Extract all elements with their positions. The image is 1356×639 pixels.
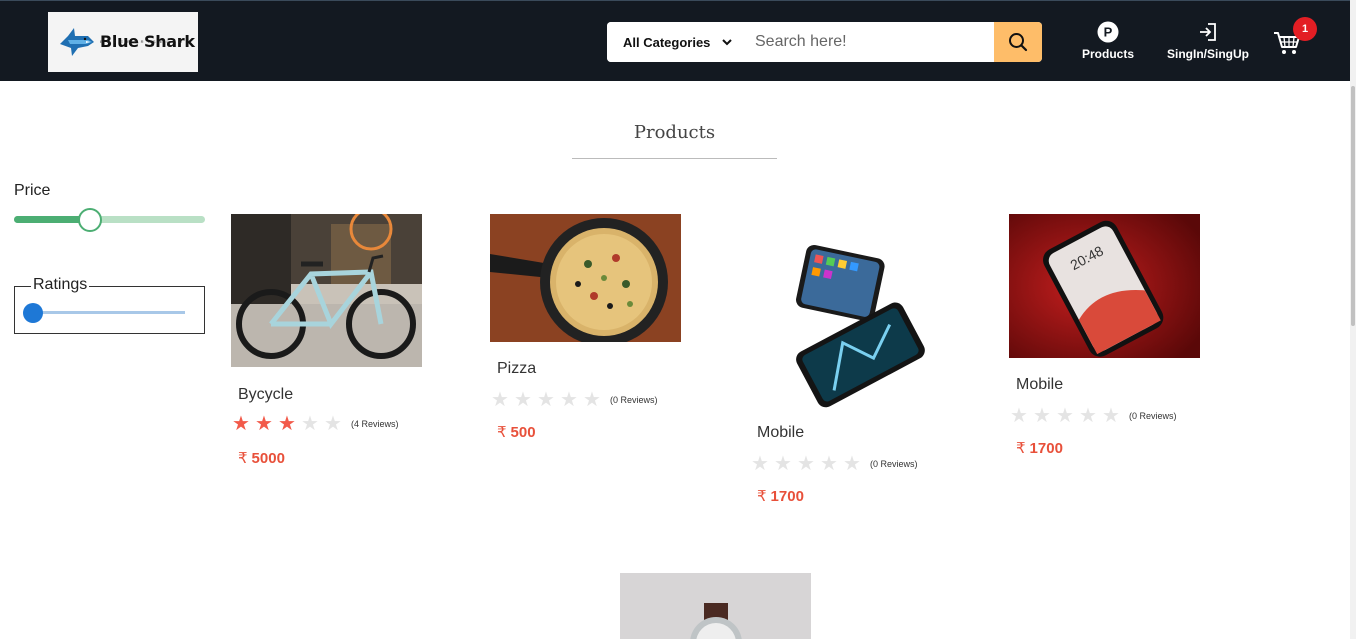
product-card[interactable]: [750, 214, 941, 419]
currency-symbol: ₹: [497, 424, 507, 441]
star-icon: ★: [301, 413, 319, 435]
review-count: (0 Reviews): [610, 395, 658, 405]
product-name[interactable]: Bycycle: [238, 386, 293, 404]
search-icon: [1009, 33, 1028, 52]
star-icon: ★: [278, 413, 296, 435]
pizza-image: [490, 214, 681, 346]
star-icon: ★: [324, 413, 342, 435]
ratings-slider-rail[interactable]: [33, 311, 185, 314]
star-icon: ★: [491, 389, 509, 411]
svg-text:P: P: [1104, 25, 1113, 40]
ratings-filter-label: Ratings: [31, 276, 90, 294]
shark-logo-icon: [60, 28, 94, 56]
star-icon: ★: [1010, 405, 1028, 427]
star-icon: ★: [537, 389, 555, 411]
nav-products-label: Products: [1081, 47, 1134, 61]
price-slider-thumb[interactable]: [78, 208, 102, 232]
product-card[interactable]: [620, 573, 811, 639]
ratings-slider-thumb[interactable]: [23, 303, 43, 323]
price-value: 5000: [251, 450, 285, 467]
price-filter-label: Price: [14, 182, 51, 199]
review-count: (0 Reviews): [870, 459, 918, 469]
product-card[interactable]: [231, 207, 422, 372]
products-icon: P: [1097, 21, 1119, 43]
nav-products[interactable]: P Products: [1080, 21, 1136, 61]
star-icon: ★: [843, 453, 861, 475]
product-card[interactable]: 20:48: [1009, 214, 1200, 363]
price-value: 500: [510, 424, 536, 441]
star-icon: ★: [1102, 405, 1120, 427]
star-icon: ★: [820, 453, 838, 475]
product-price: ₹5000: [238, 449, 285, 467]
page-title: Products: [633, 122, 716, 143]
star-icon: ★: [560, 389, 578, 411]
chevron-down-icon: [722, 38, 733, 45]
search-bar: All Categories: [607, 22, 1042, 62]
product-price: ₹1700: [757, 487, 804, 505]
bicycle-image: [231, 207, 422, 367]
review-count: (0 Reviews): [1129, 411, 1177, 421]
nav-signin[interactable]: SingIn/SingUp: [1164, 21, 1252, 61]
mobile-image: [750, 214, 941, 414]
star-icon: ★: [1079, 405, 1097, 427]
product-rating: ★ ★ ★ ★ ★ (0 Reviews): [491, 390, 658, 410]
star-icon: ★: [751, 453, 769, 475]
star-icon: ★: [514, 389, 532, 411]
star-icon: ★: [232, 413, 250, 435]
login-icon: [1200, 23, 1216, 41]
mobile-image: 20:48: [1009, 214, 1200, 358]
search-input[interactable]: [745, 22, 994, 62]
price-value: 1700: [770, 488, 804, 505]
product-rating: ★ ★ ★ ★ ★ (0 Reviews): [751, 454, 918, 474]
search-button[interactable]: [994, 22, 1042, 62]
product-name[interactable]: Mobile: [1016, 376, 1063, 394]
currency-symbol: ₹: [757, 488, 767, 505]
product-rating: ★ ★ ★ ★ ★ (4 Reviews): [232, 414, 399, 434]
star-icon: ★: [255, 413, 273, 435]
star-icon: ★: [1056, 405, 1074, 427]
review-count: (4 Reviews): [351, 419, 399, 429]
cart-count-badge: 1: [1293, 17, 1317, 41]
title-divider: [572, 158, 777, 159]
currency-symbol: ₹: [1016, 440, 1026, 457]
category-select[interactable]: All Categories: [607, 22, 745, 62]
currency-symbol: ₹: [238, 450, 248, 467]
product-rating: ★ ★ ★ ★ ★ (0 Reviews): [1010, 406, 1177, 426]
star-icon: ★: [583, 389, 601, 411]
category-select-value: All Categories: [623, 34, 711, 50]
star-icon: ★: [797, 453, 815, 475]
watch-image: [620, 573, 811, 639]
star-icon: ★: [1033, 405, 1051, 427]
product-name[interactable]: Mobile: [757, 424, 804, 442]
top-header: Blue Shark E N T E R P R I S E L T D All…: [0, 0, 1350, 81]
price-value: 1700: [1029, 440, 1063, 457]
product-name[interactable]: Pizza: [497, 360, 536, 378]
nav-signin-label: SingIn/SingUp: [1167, 47, 1249, 61]
star-icon: ★: [774, 453, 792, 475]
scrollbar-thumb[interactable]: [1351, 86, 1355, 326]
logo-subtext: E N T E R P R I S E L T D: [100, 39, 184, 44]
product-price: ₹1700: [1016, 439, 1063, 457]
product-card[interactable]: [490, 214, 681, 347]
product-price: ₹500: [497, 423, 536, 441]
